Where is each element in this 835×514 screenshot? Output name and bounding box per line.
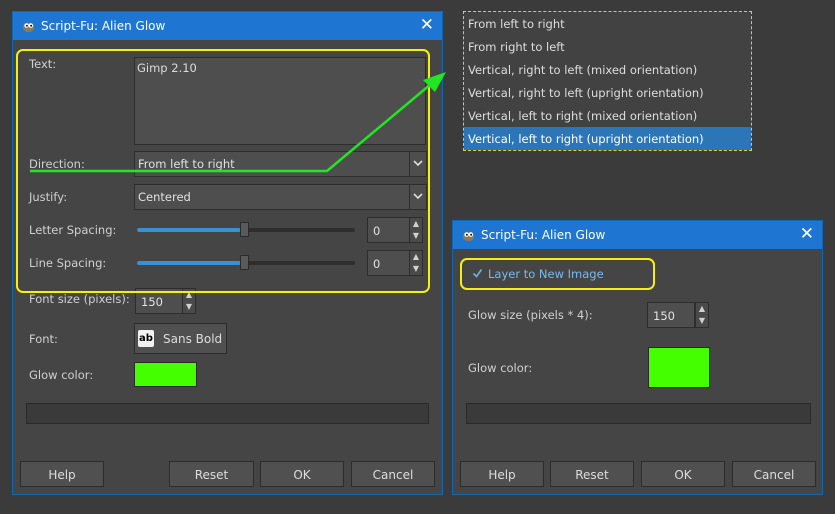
glow-size-label: Glow size (pixels * 4): <box>468 308 593 322</box>
progress-bar <box>466 403 811 424</box>
menu-item[interactable]: Vertical, left to right (mixed orientati… <box>464 104 751 127</box>
font-size-value: 150 <box>141 295 163 309</box>
menu-item[interactable]: Vertical, right to left (mixed orientati… <box>464 58 751 81</box>
direction-menu: From left to right From right to left Ve… <box>463 11 752 151</box>
glow-color-button[interactable] <box>648 347 710 388</box>
chevron-down-icon[interactable]: ▼ <box>696 315 708 327</box>
chevron-down-icon[interactable]: ▼ <box>183 301 195 313</box>
chevron-up-icon[interactable]: ▲ <box>696 303 708 315</box>
font-value: Sans Bold <box>163 332 223 346</box>
gimp-icon <box>462 231 475 242</box>
dialog-titlebar: Script-Fu: Alien Glow ✕ <box>453 221 822 249</box>
progress-bar <box>26 403 429 424</box>
menu-item[interactable]: From right to left <box>464 35 751 58</box>
ok-button[interactable]: OK <box>260 461 344 487</box>
close-icon[interactable]: ✕ <box>420 15 434 35</box>
gimp-icon <box>22 22 35 33</box>
spinner-buttons[interactable]: ▲ ▼ <box>695 302 709 328</box>
close-icon[interactable]: ✕ <box>800 224 814 244</box>
highlight-box <box>16 49 430 293</box>
dialog-titlebar: Script-Fu: Alien Glow ✕ <box>13 12 442 40</box>
font-button[interactable]: ab Sans Bold <box>134 323 227 354</box>
dialog-title: Script-Fu: Alien Glow <box>481 228 606 242</box>
menu-item[interactable]: Vertical, right to left (upright orienta… <box>464 81 751 104</box>
cancel-button[interactable]: Cancel <box>351 461 435 487</box>
help-button[interactable]: Help <box>20 461 104 487</box>
glow-size-value: 150 <box>653 309 675 323</box>
ok-button[interactable]: OK <box>641 461 725 487</box>
glow-size-spinner[interactable]: 150 ▲ ▼ <box>647 302 709 328</box>
cancel-button[interactable]: Cancel <box>732 461 816 487</box>
font-label: Font: <box>29 332 58 346</box>
glow-color-label: Glow color: <box>29 368 94 382</box>
spinner-field[interactable]: 150 <box>647 302 695 328</box>
reset-button[interactable]: Reset <box>550 461 634 487</box>
menu-item-selected[interactable]: Vertical, left to right (upright orienta… <box>464 127 751 150</box>
highlight-box <box>460 258 655 290</box>
font-icon: ab <box>138 330 154 347</box>
menu-item[interactable]: From left to right <box>464 12 751 35</box>
glow-color-button[interactable] <box>134 362 197 387</box>
help-button[interactable]: Help <box>460 461 544 487</box>
font-size-label: Font size (pixels): <box>29 292 130 306</box>
glow-color-label: Glow color: <box>468 361 533 375</box>
reset-button[interactable]: Reset <box>169 461 254 487</box>
dialog-title: Script-Fu: Alien Glow <box>41 19 166 33</box>
